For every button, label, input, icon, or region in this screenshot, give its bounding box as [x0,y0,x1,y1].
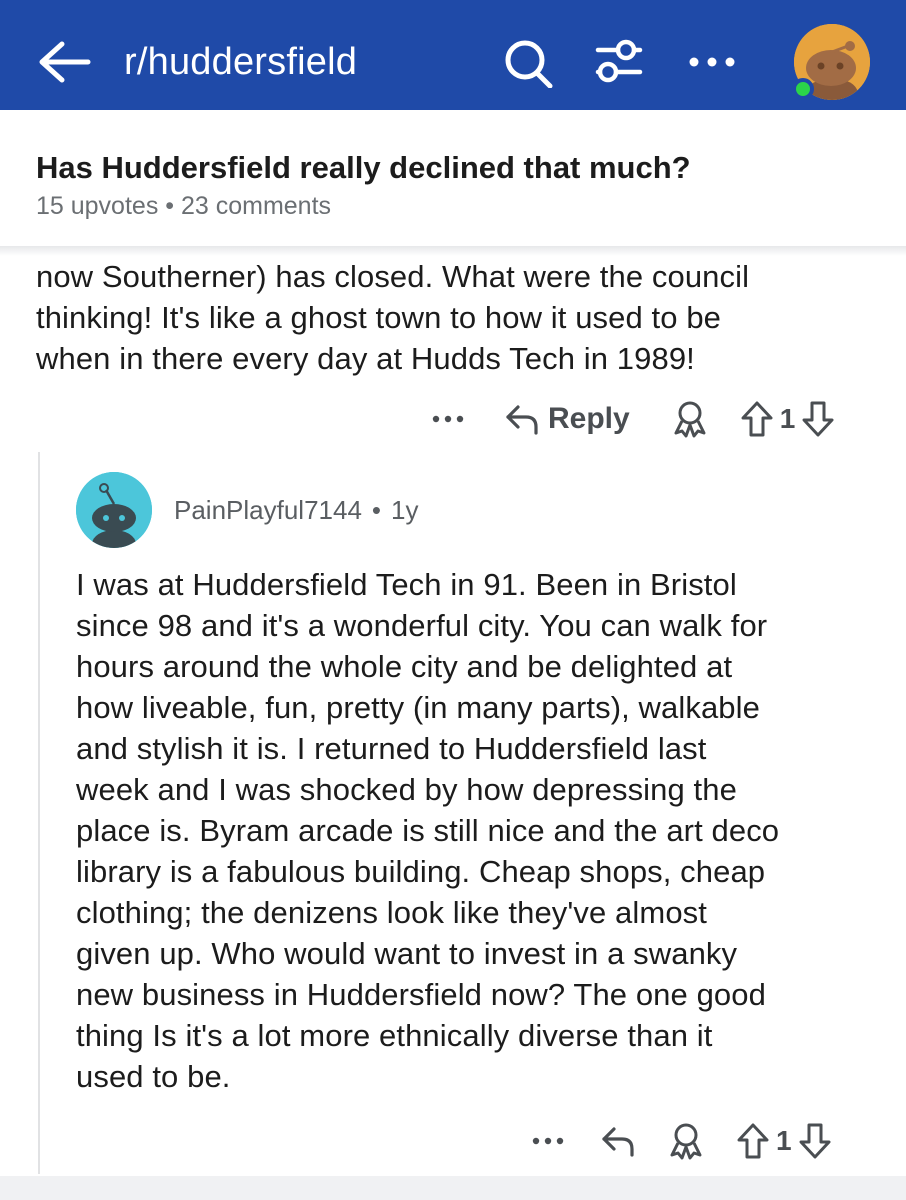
more-button[interactable] [430,409,466,429]
reply-icon [602,1127,634,1157]
comment-body-2: I was at Huddersfield Tech in 91. Been i… [76,564,886,1097]
comment-body-1: now Southerner) has closed. What were th… [36,256,886,379]
subreddit-name[interactable]: r/huddersfield [124,38,357,86]
more-button[interactable] [530,1131,566,1151]
comment-line: new business in Huddersfield now? The on… [76,977,766,1012]
award-button[interactable] [670,399,710,439]
online-status-badge [792,78,814,100]
post-title[interactable]: Has Huddersfield really declined that mu… [36,148,691,188]
comment-line: since 98 and it's a wonderful city. You … [76,608,768,643]
comment-line: clothing; the denizens look like they've… [76,895,707,930]
search-button[interactable] [500,36,556,89]
search-icon [505,40,553,89]
award-icon [670,1123,702,1160]
reply-button[interactable]: Reply [504,401,630,437]
downvote-button[interactable] [798,1122,832,1160]
comment-actions-2: 1 [530,1116,832,1166]
comment-line: thinking! It's like a ghost town to how … [36,300,721,335]
reply-icon [506,405,538,435]
comment-line: hours around the whole city and be delig… [76,649,733,684]
comment-author-row: PainPlayful7144 • 1y [174,494,419,526]
award-button[interactable] [666,1121,706,1161]
comment-line: week and I was shocked by how depressing… [76,772,737,807]
upvote-arrow-icon [741,401,773,437]
comment-age: 1y [391,495,419,525]
more-horizontal-icon [532,1137,564,1145]
thread-line[interactable] [38,452,40,1174]
comment-line: I was at Huddersfield Tech in 91. Been i… [76,567,737,602]
post-meta: 15 upvotes • 23 comments [36,192,332,220]
commenter-avatar[interactable] [76,472,152,548]
comment-line: place is. Byram arcade is still nice and… [76,813,780,848]
filter-icon [595,39,643,83]
back-arrow-icon [39,41,91,83]
vote-count: 1 [776,1125,792,1156]
comment-line: library is a fabulous building. Cheap sh… [76,854,766,889]
more-icon [689,57,735,67]
comment-line: now Southerner) has closed. What were th… [36,259,750,294]
back-button[interactable] [36,38,92,86]
upvote-button[interactable] [736,1122,770,1160]
comment-line: given up. Who would want to invest in a … [76,936,738,971]
more-horizontal-icon [432,415,464,423]
comment-actions-1: Reply 1 [430,394,835,444]
comment-author[interactable]: PainPlayful7144 [174,495,362,525]
upvote-arrow-icon [737,1123,769,1159]
vote-count: 1 [779,403,796,434]
comment-line: when in there every day at Hudds Tech in… [36,341,695,376]
bottom-divider [0,1176,906,1200]
filter-button[interactable] [590,36,646,88]
comment-line: thing Is it's a lot more ethnically dive… [76,1018,713,1053]
downvote-arrow-icon [799,1123,831,1159]
header-divider [0,246,906,256]
meta-separator: • [371,495,382,525]
snoo-avatar-icon [76,472,152,548]
comment-line: how liveable, fun, pretty (in many parts… [76,690,760,725]
reply-button[interactable] [600,1123,636,1159]
award-icon [674,401,706,438]
reply-label: Reply [548,402,630,435]
downvote-button[interactable] [801,400,835,438]
upvote-button[interactable] [740,400,774,438]
top-app-bar: r/huddersfield [0,0,906,110]
comment-line: and stylish it is. I returned to Hudders… [76,731,707,766]
comment-line: used to be. [76,1059,231,1094]
more-options-button[interactable] [684,36,740,88]
downvote-arrow-icon [802,401,834,437]
